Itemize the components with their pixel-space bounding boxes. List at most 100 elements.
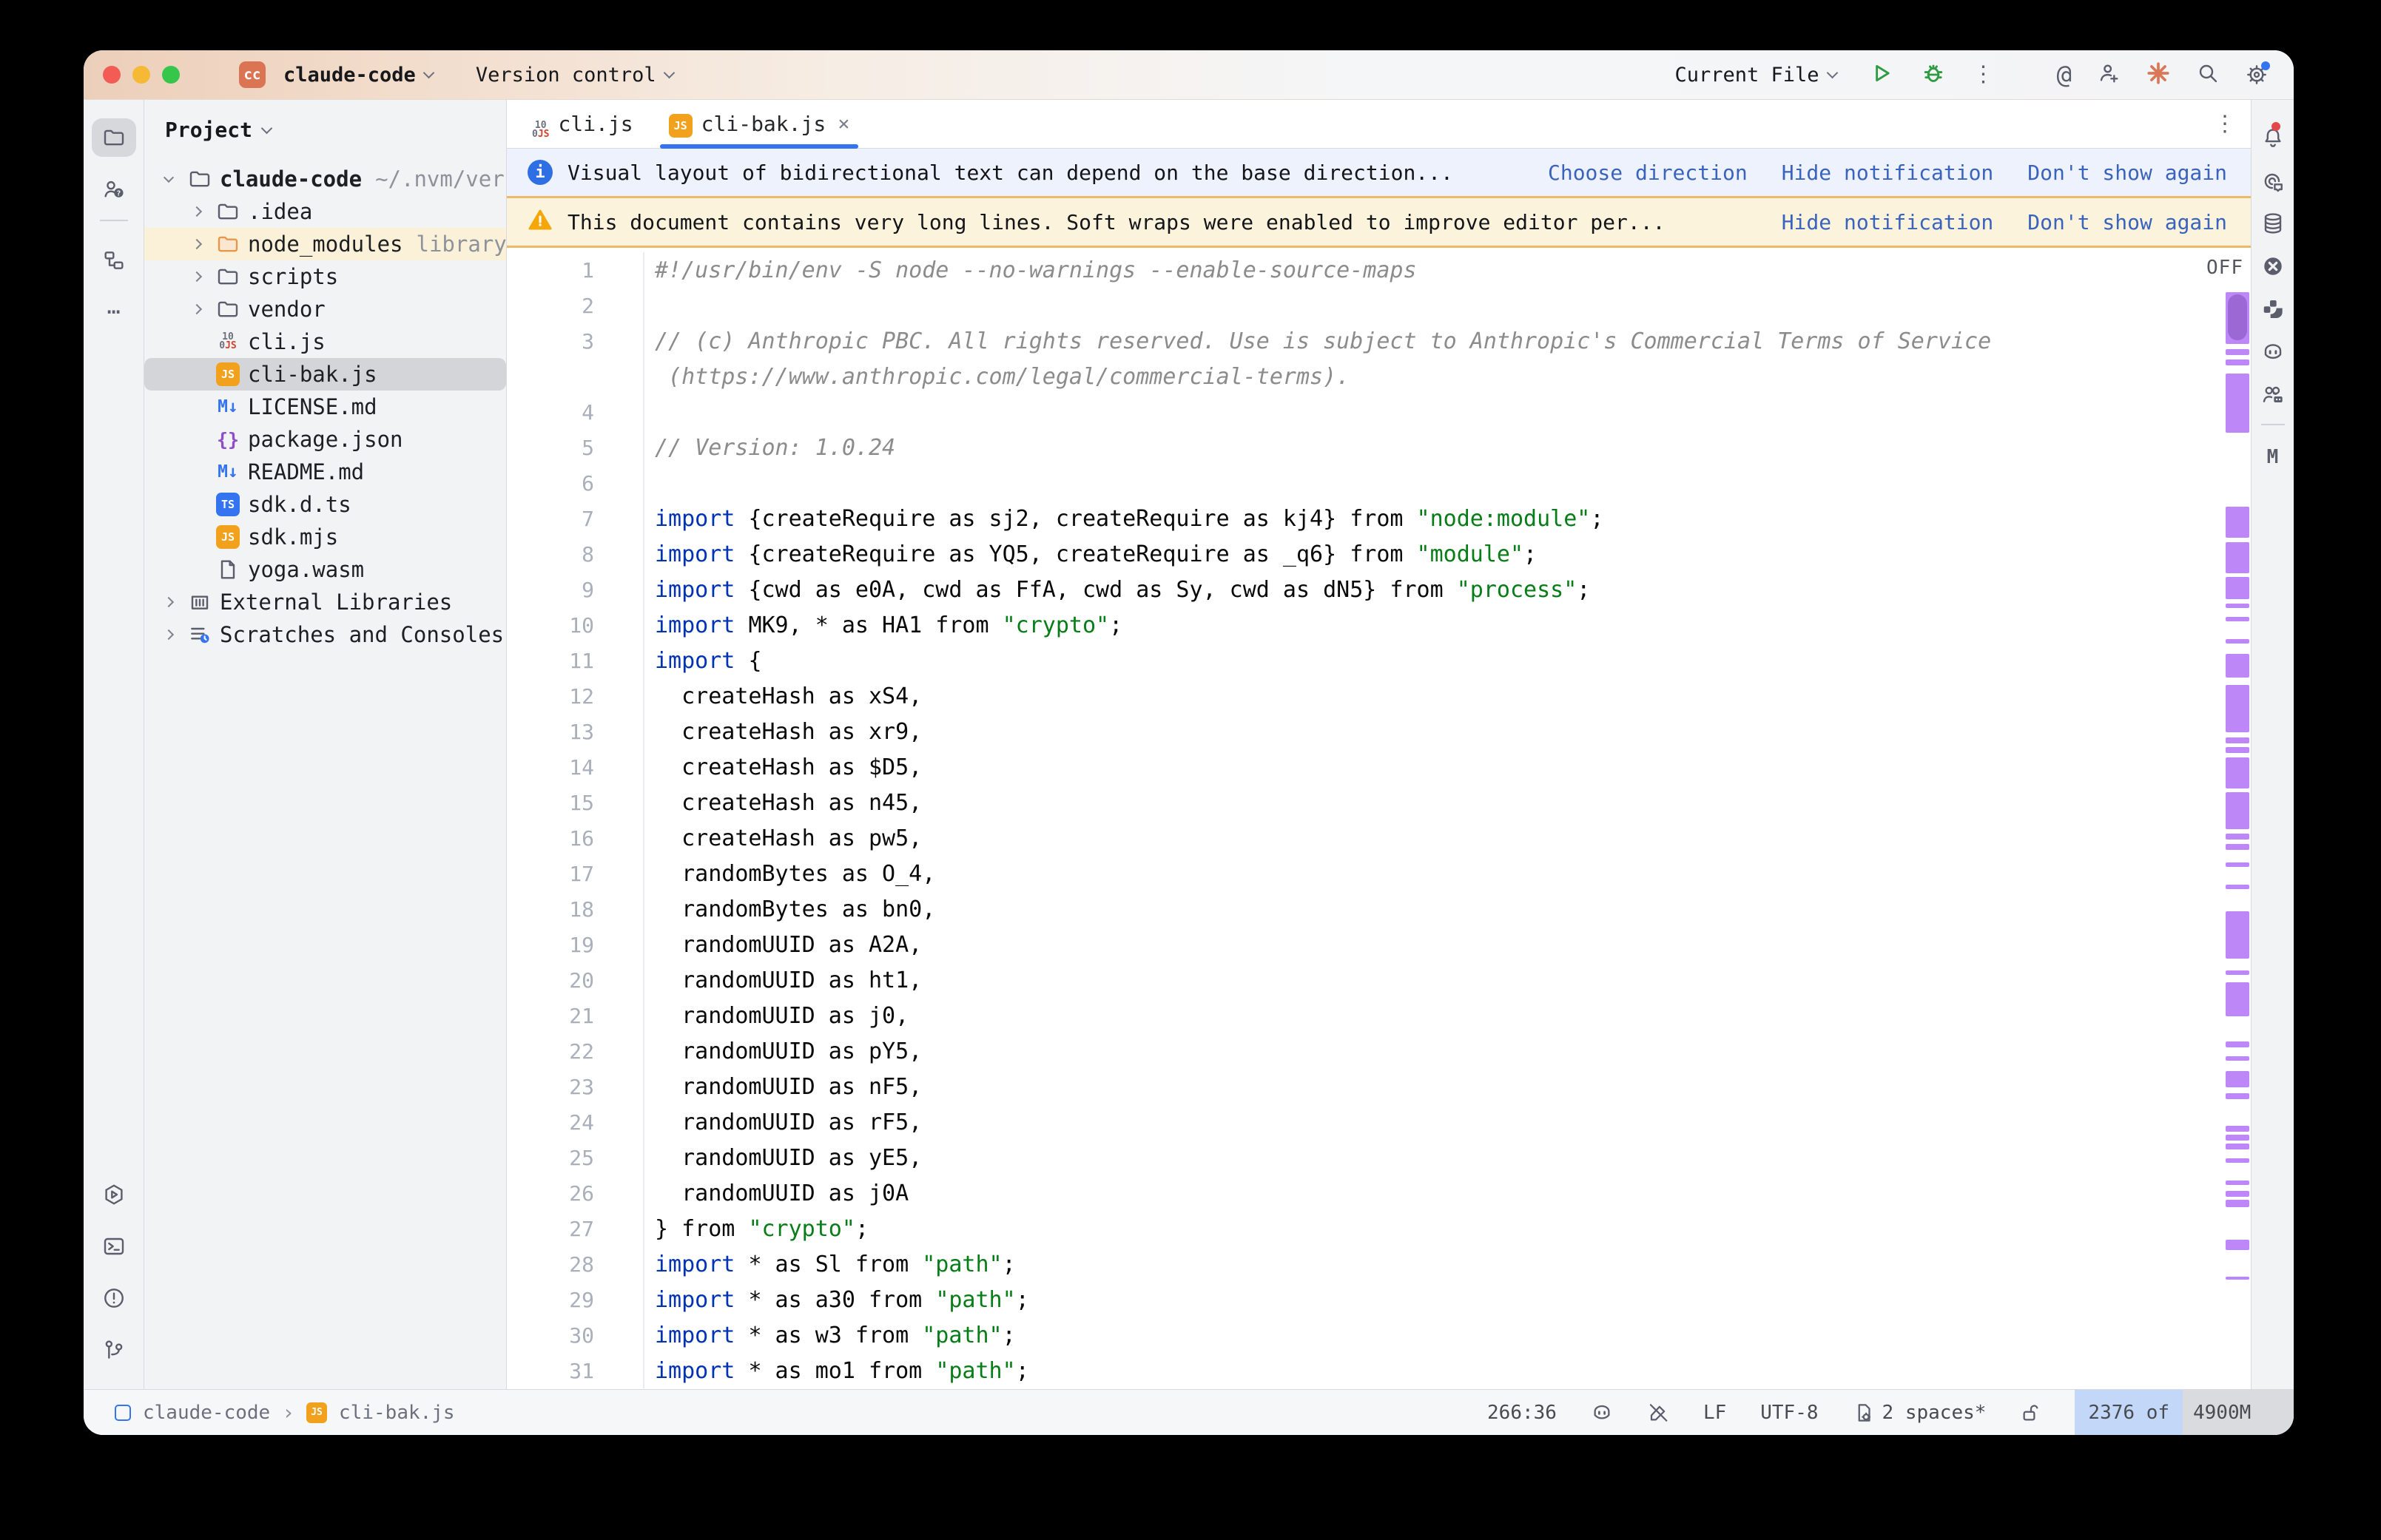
code-line[interactable]: 16 createHash as pw5,: [507, 820, 2203, 856]
code-line[interactable]: (https://www.anthropic.com/legal/commerc…: [507, 359, 2203, 394]
copilot-icon[interactable]: [2261, 331, 2285, 374]
code-line[interactable]: 29import * as a30 from "path";: [507, 1282, 2203, 1317]
line-number[interactable]: 8: [507, 536, 644, 572]
git-branch-icon[interactable]: [84, 1324, 144, 1376]
project-folder-icon[interactable]: [84, 112, 144, 163]
write-access-lock-icon[interactable]: [2020, 1402, 2042, 1424]
code-line[interactable]: 1#!/usr/bin/env -S node --no-warnings --…: [507, 252, 2203, 288]
line-number[interactable]: 3: [507, 323, 644, 359]
line-number[interactable]: 24: [507, 1104, 644, 1140]
code-line[interactable]: 5// Version: 1.0.24: [507, 430, 2203, 465]
tree-item-LICENSE.md[interactable]: M↓LICENSE.md: [144, 391, 506, 423]
breadcrumb-project[interactable]: claude-code: [143, 1402, 270, 1424]
fullscreen-window-button[interactable]: [162, 66, 180, 84]
code-line[interactable]: 12 createHash as xS4,: [507, 678, 2203, 714]
minimize-window-button[interactable]: [132, 66, 150, 84]
tree-item-yoga.wasm[interactable]: yoga.wasm: [144, 553, 506, 586]
tree-item-README.md[interactable]: M↓README.md: [144, 456, 506, 488]
code-line[interactable]: 31import * as mo1 from "path";: [507, 1353, 2203, 1388]
line-separator-widget[interactable]: LF: [1703, 1402, 1726, 1424]
memory-indicator[interactable]: 2376 of 4900M: [2075, 1390, 2294, 1435]
scrollbar-thumb[interactable]: [2228, 294, 2247, 340]
services-icon[interactable]: [84, 1169, 144, 1220]
encoding-widget[interactable]: UTF-8: [1760, 1402, 1818, 1424]
project-panel-header[interactable]: Project: [144, 110, 506, 146]
more-icon[interactable]: ⋯: [84, 286, 144, 338]
line-number[interactable]: 19: [507, 927, 644, 962]
x-circle-icon[interactable]: [2261, 245, 2285, 288]
code-line[interactable]: 18 randomBytes as bn0,: [507, 891, 2203, 927]
tree-item-sdk.d.ts[interactable]: TSsdk.d.ts: [144, 488, 506, 521]
close-window-button[interactable]: [103, 66, 121, 84]
chevron-down-icon[interactable]: [155, 177, 183, 181]
code-line[interactable]: 26 randomUUID as j0A: [507, 1175, 2203, 1211]
chevron-right-icon[interactable]: [183, 240, 211, 248]
tab-cli.js[interactable]: 100JScli.js: [514, 100, 651, 148]
tree-item-package.json[interactable]: {}package.json: [144, 423, 506, 456]
line-number[interactable]: 16: [507, 820, 644, 856]
terminal-icon[interactable]: [84, 1220, 144, 1272]
database-icon[interactable]: [2261, 202, 2285, 245]
inspections-off-icon[interactable]: [1647, 1402, 1669, 1424]
code-line[interactable]: 23 randomUUID as nF5,: [507, 1069, 2203, 1104]
code-line[interactable]: 20 randomUUID as ht1,: [507, 962, 2203, 998]
tree-item-claude-code[interactable]: claude-code~/.nvm/vers: [144, 163, 506, 195]
project-widget-button[interactable]: claude-code: [277, 59, 439, 91]
line-number[interactable]: 28: [507, 1246, 644, 1282]
code-line[interactable]: 28import * as Sl from "path";: [507, 1246, 2203, 1282]
code-line[interactable]: 24 randomUUID as rF5,: [507, 1104, 2203, 1140]
vcs-widget-button[interactable]: Version control: [470, 59, 679, 91]
line-number[interactable]: 17: [507, 856, 644, 891]
tree-item-node_modules[interactable]: node_moduleslibrary: [144, 228, 506, 260]
tree-item-sdk.mjs[interactable]: JSsdk.mjs: [144, 521, 506, 553]
code-line[interactable]: 21 randomUUID as j0,: [507, 998, 2203, 1033]
code-editor[interactable]: 1#!/usr/bin/env -S node --no-warnings --…: [507, 248, 2251, 1389]
copilot-status-icon[interactable]: [1591, 1402, 1613, 1424]
code-line[interactable]: 10import MK9, * as HA1 from "crypto";: [507, 607, 2203, 643]
chevron-right-icon[interactable]: [183, 273, 211, 280]
line-number[interactable]: 4: [507, 394, 644, 430]
code-line[interactable]: 19 randomUUID as A2A,: [507, 927, 2203, 962]
line-number[interactable]: 15: [507, 785, 644, 820]
banner-link-don-t-show-again[interactable]: Don't show again: [2027, 161, 2227, 185]
tree-item-.idea[interactable]: .idea: [144, 195, 506, 228]
tree-item-Scratches and Consoles[interactable]: Scratches and Consoles: [144, 618, 506, 651]
line-number[interactable]: 13: [507, 714, 644, 749]
chevron-right-icon[interactable]: [183, 208, 211, 215]
maven-icon[interactable]: M: [2267, 436, 2279, 479]
ai-assistant-icon[interactable]: [2261, 159, 2285, 202]
plugins-icon[interactable]: [2261, 288, 2285, 331]
code-line[interactable]: 6: [507, 465, 2203, 501]
more-actions-icon[interactable]: ⋮: [1973, 64, 1995, 86]
code-line[interactable]: 3// (c) Anthropic PBC. All rights reserv…: [507, 323, 2203, 359]
code-line[interactable]: 9import {cwd as e0A, cwd as FfA, cwd as …: [507, 572, 2203, 607]
line-number[interactable]: 27: [507, 1211, 644, 1246]
line-number[interactable]: 20: [507, 962, 644, 998]
line-number[interactable]: 29: [507, 1282, 644, 1317]
line-number[interactable]: [507, 359, 644, 394]
line-number[interactable]: 30: [507, 1317, 644, 1353]
mentions-icon[interactable]: @: [2057, 62, 2072, 87]
tree-item-vendor[interactable]: vendor: [144, 293, 506, 325]
code-line[interactable]: 13 createHash as xr9,: [507, 714, 2203, 749]
people-question-icon[interactable]: ?: [84, 163, 144, 215]
code-line[interactable]: 11import {: [507, 643, 2203, 678]
run-button[interactable]: [1869, 61, 1894, 89]
close-icon[interactable]: ×: [838, 112, 849, 135]
code-line[interactable]: 17 randomBytes as O_4,: [507, 856, 2203, 891]
caret-position-widget[interactable]: 266:36: [1487, 1402, 1557, 1424]
code-line[interactable]: 8import {createRequire as YQ5, createReq…: [507, 536, 2203, 572]
tree-item-cli-bak.js[interactable]: JScli-bak.js: [144, 358, 506, 391]
code-line[interactable]: 25 randomUUID as yE5,: [507, 1140, 2203, 1175]
structure-icon[interactable]: [84, 234, 144, 286]
line-number[interactable]: 22: [507, 1033, 644, 1069]
line-number[interactable]: 1: [507, 252, 644, 288]
line-number[interactable]: 12: [507, 678, 644, 714]
chevron-right-icon[interactable]: [183, 305, 211, 313]
code-line[interactable]: 14 createHash as $D5,: [507, 749, 2203, 785]
notifications-icon[interactable]: [2261, 116, 2285, 159]
line-number[interactable]: 10: [507, 607, 644, 643]
banner-link-hide-notification[interactable]: Hide notification: [1782, 210, 1994, 234]
claude-star-icon[interactable]: [2146, 61, 2171, 89]
line-number[interactable]: 31: [507, 1353, 644, 1388]
